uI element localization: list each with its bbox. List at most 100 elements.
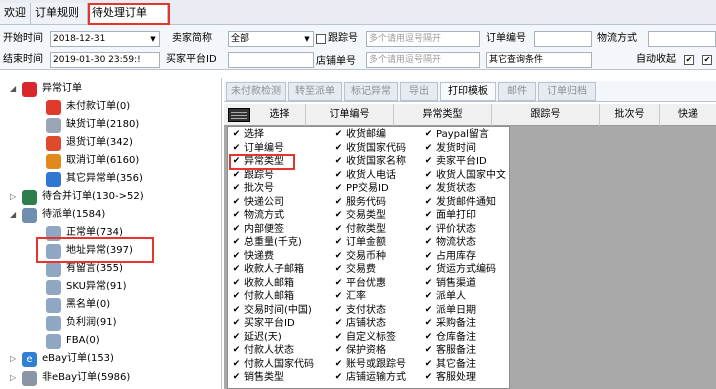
checkbox-icon[interactable]: ✔ (424, 143, 433, 153)
checkbox-icon[interactable]: ✔ (334, 251, 343, 261)
toolbar-button[interactable]: 标记异常 (344, 82, 398, 101)
checkbox-icon[interactable]: ✔ (424, 251, 433, 261)
checkbox-icon[interactable]: ✔ (424, 305, 433, 315)
checkbox-icon[interactable]: ✔ (334, 305, 343, 315)
tree-node[interactable]: 未付款订单(0) (34, 98, 222, 116)
checkbox-icon[interactable]: ✔ (232, 184, 241, 193)
checkbox-icon[interactable]: ✔ (424, 157, 433, 166)
checkbox-icon[interactable]: ✔ (424, 170, 433, 180)
checkbox-icon[interactable]: ✔ (334, 184, 343, 193)
shipping-select[interactable] (648, 31, 716, 47)
other-query-select[interactable]: 其它查询条件 (486, 52, 592, 68)
tree-node[interactable]: ◢ 待派单(1584) (10, 206, 222, 224)
checkbox-icon[interactable]: ✔ (424, 130, 433, 139)
tree-node[interactable]: 退货订单(342) (34, 134, 222, 152)
column-header-express[interactable]: 快递 (660, 104, 716, 126)
checkbox-icon[interactable]: ✔ (424, 292, 433, 301)
checkbox-icon[interactable]: ✔ (232, 346, 241, 355)
tree-node[interactable]: ▷ 待合并订单(130->52) (10, 188, 222, 206)
checkbox-icon[interactable]: ✔ (232, 197, 241, 207)
checkbox-icon[interactable]: ✔ (424, 319, 433, 328)
checkbox-icon[interactable]: ✔ (334, 319, 343, 328)
checkbox-icon[interactable]: ✔ (424, 184, 433, 193)
checkbox-icon[interactable]: ✔ (232, 130, 241, 139)
checkbox-icon[interactable]: ✔ (424, 346, 433, 355)
toolbar-button[interactable]: 邮件 (498, 82, 536, 101)
checkbox-icon[interactable]: ✔ (232, 305, 241, 315)
checkbox-icon[interactable]: ✔ (424, 359, 433, 369)
checkbox-icon[interactable]: ✔ (232, 319, 241, 328)
expand-toggle-icon[interactable]: ◢ (10, 80, 20, 98)
checkbox-icon[interactable]: ✔ (232, 359, 241, 369)
checkbox-icon[interactable]: ✔ (424, 211, 433, 220)
column-header-tracking[interactable]: 跟踪号 (492, 104, 600, 126)
column-header-order-no[interactable]: 订单编号 (306, 104, 394, 126)
checkbox-icon[interactable]: ✔ (232, 211, 241, 220)
store-order-input[interactable]: 多个请用逗号隔开 (366, 52, 480, 68)
checkbox-icon[interactable]: ✔ (334, 332, 343, 342)
column-header-select[interactable]: 选择 (254, 104, 306, 126)
tree-node[interactable]: FBA(0) (34, 332, 222, 350)
tree-node[interactable]: 黑名单(0) (34, 296, 222, 314)
tracking-input[interactable]: 多个请用逗号隔开 (366, 31, 480, 47)
expand-toggle-icon[interactable]: ◢ (10, 206, 20, 224)
checkbox-icon[interactable]: ✔ (334, 278, 343, 288)
checkbox-icon[interactable]: ✔ (232, 251, 241, 261)
checkbox-icon[interactable]: ✔ (334, 143, 343, 153)
checkbox-icon[interactable]: ✔ (232, 332, 241, 342)
checkbox-icon[interactable]: ✔ (424, 332, 433, 342)
column-header-exception-type[interactable]: 异常类型 (394, 104, 492, 126)
checkbox-icon[interactable]: ✔ (334, 265, 343, 274)
checkbox-icon[interactable]: ✔ (334, 170, 343, 180)
toolbar-button[interactable]: 订单归档 (538, 82, 596, 101)
checkbox-icon[interactable]: ✔ (232, 238, 241, 247)
toolbar-button[interactable]: 转至派单 (288, 82, 342, 101)
tab-welcome[interactable]: 欢迎 (0, 3, 31, 24)
checkbox-icon[interactable]: ✔ (424, 224, 433, 234)
column-header-batch[interactable]: 批次号 (600, 104, 660, 126)
order-no-input[interactable] (534, 31, 592, 47)
tree-node[interactable]: ▷ 非eBay订单(5986) (10, 369, 222, 387)
checkbox-icon[interactable]: ✔ (424, 197, 433, 207)
checkbox-icon[interactable]: ✔ (424, 265, 433, 274)
tracking-checkbox[interactable] (316, 34, 326, 44)
checkbox-icon[interactable]: ✔ (232, 265, 241, 274)
checkbox-icon[interactable]: ✔ (424, 373, 433, 382)
checkbox-icon[interactable]: ✔ (334, 373, 343, 382)
checkbox-icon[interactable]: ✔ (232, 143, 241, 153)
end-time-input[interactable]: 2019-01-30 23:59:! (50, 52, 160, 68)
column-chooser-icon[interactable] (228, 108, 250, 122)
checkbox-icon[interactable]: ✔ (232, 278, 241, 288)
dropdown-arrow-icon[interactable]: ▼ (148, 33, 158, 45)
checkbox-icon[interactable]: ✔ (232, 292, 241, 301)
checkbox-icon[interactable]: ✔ (334, 224, 343, 234)
tree-node[interactable]: 缺货订单(2180) (34, 116, 222, 134)
start-time-input[interactable]: 2018-12-31 ▼ (50, 31, 160, 47)
checkbox-icon[interactable]: ✔ (424, 238, 433, 247)
toolbar-button[interactable]: 导出 (400, 82, 438, 101)
expand-toggle-icon[interactable]: ▷ (10, 350, 20, 368)
checkbox-icon[interactable]: ✔ (424, 278, 433, 288)
expand-toggle-icon[interactable]: ▷ (10, 188, 20, 206)
seller-select[interactable]: 全部 ▼ (228, 31, 314, 47)
tab-order-rules[interactable]: 订单规则 (31, 3, 88, 24)
tree-node[interactable]: ▷ e eBay订单(153) (10, 350, 222, 368)
dropdown-arrow-icon[interactable]: ▼ (302, 33, 312, 45)
extra-checkbox[interactable]: ✔ (702, 55, 712, 65)
checkbox-icon[interactable]: ✔ (334, 157, 343, 166)
checkbox-icon[interactable]: ✔ (334, 211, 343, 220)
tree-node[interactable]: SKU异常(91) (34, 278, 222, 296)
checkbox-icon[interactable]: ✔ (334, 359, 343, 369)
tree-node[interactable]: ◢ 异常订单 (10, 80, 222, 98)
checkbox-icon[interactable]: ✔ (334, 197, 343, 207)
expand-toggle-icon[interactable]: ▷ (10, 369, 20, 387)
checkbox-icon[interactable]: ✔ (334, 346, 343, 355)
tree-node[interactable]: 负利润(91) (34, 314, 222, 332)
checkbox-icon[interactable]: ✔ (232, 170, 241, 180)
tree-node[interactable]: 取消订单(6160) (34, 152, 222, 170)
checkbox-icon[interactable]: ✔ (232, 373, 241, 382)
toolbar-button[interactable]: 未付款检测 (226, 82, 286, 101)
toolbar-button[interactable]: 打印模板 (440, 82, 496, 101)
checkbox-icon[interactable]: ✔ (334, 130, 343, 139)
checkbox-icon[interactable]: ✔ (334, 238, 343, 247)
